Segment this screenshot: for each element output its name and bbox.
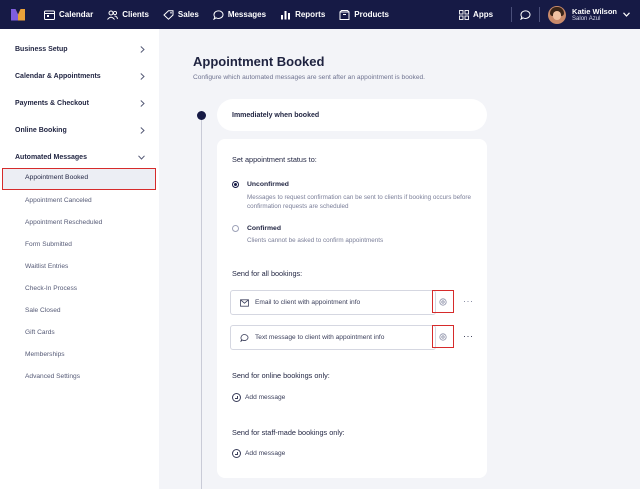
nav-clients[interactable]: Clients xyxy=(107,0,149,29)
nav-products[interactable]: Products xyxy=(339,0,389,29)
sidebar-group-label: Calendar & Appointments xyxy=(15,72,101,80)
sidebar-group-automated-messages[interactable]: Automated Messages xyxy=(15,152,145,162)
sidebar-group-label: Business Setup xyxy=(15,45,68,53)
sidebar-item-appointment-canceled[interactable]: Appointment Canceled xyxy=(25,196,92,206)
top-nav: Calendar Clients Sales Messages Reports … xyxy=(0,0,640,29)
sidebar-item-advanced-settings[interactable]: Advanced Settings xyxy=(25,372,80,382)
trigger-label: Immediately when booked xyxy=(232,111,320,119)
notifications-chat-button[interactable] xyxy=(520,9,531,20)
bar-chart-icon xyxy=(280,10,291,20)
app-logo-icon[interactable] xyxy=(11,8,25,21)
radio-confirmed[interactable] xyxy=(232,225,239,232)
status-heading: Set appointment status to: xyxy=(232,155,317,164)
sidebar-item-sale-closed[interactable]: Sale Closed xyxy=(25,306,61,316)
speech-bubble-icon xyxy=(520,9,531,20)
grid-icon xyxy=(459,9,469,20)
option-confirmed-description: Clients cannot be asked to confirm appoi… xyxy=(247,237,384,244)
radio-unconfirmed[interactable] xyxy=(232,181,239,188)
page-title: Appointment Booked xyxy=(193,54,325,69)
nav-right: Apps Katie Wilson Salon Azul xyxy=(459,0,640,29)
sidebar-group-payments-checkout[interactable]: Payments & Checkout xyxy=(15,98,145,108)
chevron-down-icon xyxy=(138,154,145,160)
online-bookings-heading: Send for online bookings only: xyxy=(232,371,330,380)
chevron-right-icon xyxy=(140,99,145,107)
sidebar-item-form-submitted[interactable]: Form Submitted xyxy=(25,240,72,250)
apps-button[interactable]: Apps xyxy=(459,9,494,20)
option-confirmed-title: Confirmed xyxy=(247,225,281,232)
option-unconfirmed-description: Messages to request confirmation can be … xyxy=(247,194,472,210)
gear-icon xyxy=(439,332,447,341)
sidebar-group-business-setup[interactable]: Business Setup xyxy=(15,44,145,54)
message-sms-row[interactable]: Text message to client with appointment … xyxy=(230,325,436,350)
apps-label: Apps xyxy=(473,10,494,19)
avatar[interactable] xyxy=(548,5,567,24)
sidebar-group-label: Payments & Checkout xyxy=(15,99,89,107)
timeline-line xyxy=(201,115,202,489)
sidebar-item-label: Appointment Booked xyxy=(25,174,89,181)
email-settings-button[interactable] xyxy=(432,290,454,313)
nav-reports[interactable]: Reports xyxy=(280,0,325,29)
timeline-dot xyxy=(197,111,206,120)
add-message-label: Add message xyxy=(245,394,286,401)
nav-sales-label: Sales xyxy=(177,10,199,19)
chevron-right-icon xyxy=(140,72,145,80)
sidebar-group-online-booking[interactable]: Online Booking xyxy=(15,125,145,135)
message-email-label: Email to client with appointment info xyxy=(255,299,361,306)
add-message-staff-button[interactable]: Add message xyxy=(232,449,285,458)
chat-icon xyxy=(212,9,224,20)
sms-settings-button[interactable] xyxy=(432,325,454,348)
sidebar-item-check-in-process[interactable]: Check-In Process xyxy=(25,284,77,294)
chevron-down-icon[interactable] xyxy=(623,12,640,17)
nav-products-label: Products xyxy=(354,10,389,19)
message-sms-label: Text message to client with appointment … xyxy=(255,334,385,341)
email-more-icon[interactable]: ··· xyxy=(463,296,474,306)
mail-icon xyxy=(240,298,249,307)
nav-sales[interactable]: Sales xyxy=(163,0,199,29)
chevron-right-icon xyxy=(140,126,145,134)
sms-more-icon[interactable]: ··· xyxy=(463,331,474,341)
nav-divider xyxy=(511,7,513,22)
sidebar-item-waitlist-entries[interactable]: Waitlist Entries xyxy=(25,262,68,272)
add-message-label: Add message xyxy=(245,450,286,457)
salon-name: Salon Azul xyxy=(572,15,601,22)
settings-sidebar: Business Setup Calendar & Appointments P… xyxy=(0,29,159,489)
staff-bookings-heading: Send for staff-made bookings only: xyxy=(232,428,345,437)
sidebar-item-gift-cards[interactable]: Gift Cards xyxy=(25,328,55,338)
option-unconfirmed-title: Unconfirmed xyxy=(247,181,289,188)
add-message-online-button[interactable]: Add message xyxy=(232,393,285,402)
nav-reports-label: Reports xyxy=(295,10,326,19)
sidebar-group-label: Online Booking xyxy=(15,126,67,134)
plus-circle-icon xyxy=(232,393,241,402)
chevron-right-icon xyxy=(140,45,145,53)
sidebar-group-label: Automated Messages xyxy=(15,153,87,161)
sidebar-item-appointment-rescheduled[interactable]: Appointment Rescheduled xyxy=(25,218,102,228)
nav-clients-label: Clients xyxy=(122,10,149,19)
nav-calendar[interactable]: Calendar xyxy=(44,0,93,29)
user-name: Katie Wilson xyxy=(572,6,617,16)
gear-icon xyxy=(439,297,447,306)
calendar-icon xyxy=(44,10,55,20)
nav-calendar-label: Calendar xyxy=(59,10,94,19)
trigger-pill: Immediately when booked xyxy=(217,99,487,131)
sms-icon xyxy=(240,333,249,342)
all-bookings-heading: Send for all bookings: xyxy=(232,269,303,278)
page-subtitle: Configure which automated messages are s… xyxy=(193,74,426,81)
users-icon xyxy=(107,10,119,20)
tag-icon xyxy=(163,9,174,20)
settings-card: Set appointment status to: Unconfirmed M… xyxy=(217,139,487,478)
message-email-row[interactable]: Email to client with appointment info xyxy=(230,290,436,315)
user-menu[interactable]: Katie Wilson Salon Azul xyxy=(572,7,617,23)
sidebar-item-appointment-booked[interactable]: Appointment Booked xyxy=(2,168,156,190)
nav-divider xyxy=(539,7,541,22)
sidebar-group-calendar-appointments[interactable]: Calendar & Appointments xyxy=(15,71,145,81)
plus-circle-icon xyxy=(232,449,241,458)
box-icon xyxy=(339,9,350,20)
nav-messages[interactable]: Messages xyxy=(212,0,267,29)
nav-messages-label: Messages xyxy=(227,10,267,19)
sidebar-item-memberships[interactable]: Memberships xyxy=(25,350,65,360)
